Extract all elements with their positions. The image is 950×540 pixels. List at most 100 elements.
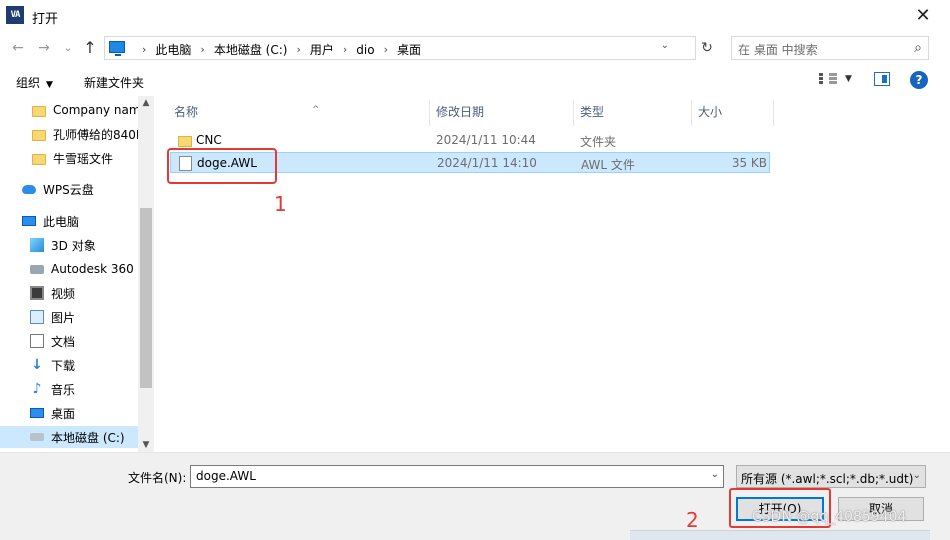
column-header-name[interactable]: 名称 ^ — [174, 100, 430, 126]
sidebar-item-documents[interactable]: 文档 — [0, 330, 138, 352]
help-icon[interactable]: ? — [910, 71, 928, 89]
sidebar-item-label: 孔师傅给的840D — [53, 127, 138, 142]
sidebar-item-label: 牛雪瑶文件 — [53, 151, 114, 166]
scroll-up-icon[interactable]: ▲ — [138, 98, 154, 108]
folder-icon — [32, 153, 46, 165]
address-dropdown-chevron-icon[interactable]: ⌄ — [661, 40, 669, 51]
sidebar-item-label: Autodesk 360 — [51, 262, 134, 276]
desktop-icon — [30, 408, 44, 418]
scrollbar-thumb[interactable] — [140, 208, 152, 388]
folder-icon — [32, 105, 46, 117]
sidebar-item-label: 视频 — [51, 286, 76, 301]
sidebar-item-videos[interactable]: 视频 — [0, 282, 138, 304]
column-header-date[interactable]: 修改日期 — [436, 100, 574, 126]
sidebar-item-label: 本地磁盘 (C:) — [51, 430, 125, 445]
sidebar-item-local-disk-c[interactable]: 本地磁盘 (C:) — [0, 426, 138, 448]
up-arrow-icon[interactable]: ↑ — [80, 38, 100, 58]
app-icon: VA — [6, 6, 24, 24]
sort-ascending-icon: ^ — [312, 105, 320, 115]
organize-label: 组织 — [16, 76, 41, 90]
sidebar-item-niu-xueyao[interactable]: 牛雪瑶文件 — [0, 147, 138, 169]
filename-label: 文件名(N): — [128, 471, 187, 485]
command-toolbar: 组织 ▼ 新建文件夹 ▼ ? — [0, 66, 950, 96]
file-type: AWL 文件 — [581, 158, 635, 172]
chevron-right-icon[interactable]: › — [296, 43, 300, 56]
navigation-pane: Company name 孔师傅给的840D 牛雪瑶文件 WPS云盘 此电脑 3… — [0, 96, 154, 452]
file-type: 文件夹 — [580, 135, 617, 149]
sidebar-item-desktop[interactable]: 桌面 — [0, 402, 138, 424]
window-title: 打开 — [32, 12, 59, 27]
breadcrumb-this-pc[interactable]: 此电脑 — [155, 41, 191, 58]
chevron-right-icon[interactable]: › — [343, 43, 347, 56]
chevron-right-icon[interactable]: › — [384, 43, 388, 56]
local-disk-icon — [30, 433, 44, 441]
filename-value: doge.AWL — [196, 469, 256, 483]
new-folder-button[interactable]: 新建文件夹 — [84, 74, 144, 91]
file-date: 2024/1/11 10:44 — [436, 133, 536, 147]
breadcrumb-local-disk[interactable]: 本地磁盘 (C:) — [214, 41, 288, 58]
preview-pane-icon[interactable] — [874, 72, 890, 86]
chevron-right-icon[interactable]: › — [200, 43, 204, 56]
organize-button[interactable]: 组织 ▼ — [16, 74, 53, 91]
refresh-icon[interactable]: ↻ — [698, 36, 716, 60]
music-icon: ♪ — [32, 381, 42, 397]
sidebar-item-this-pc[interactable]: 此电脑 — [0, 210, 138, 232]
background-taskbar-strip — [630, 530, 930, 540]
search-icon[interactable]: ⌕ — [914, 40, 922, 56]
sidebar-item-3d-objects[interactable]: 3D 对象 — [0, 234, 138, 256]
sidebar-item-label: 此电脑 — [43, 214, 80, 229]
breadcrumb-users[interactable]: 用户 — [310, 41, 334, 58]
view-details-icon[interactable] — [819, 72, 837, 88]
pc-icon — [109, 41, 125, 56]
sidebar-item-label: Company name — [53, 103, 138, 117]
sidebar-item-autodesk-360[interactable]: Autodesk 360 — [0, 258, 138, 280]
back-arrow-icon[interactable]: ← — [8, 38, 28, 58]
breadcrumb: › 此电脑 › 本地磁盘 (C:) › 用户 › dio › 桌面 — [133, 41, 421, 58]
recent-locations-chevron-icon[interactable]: ⌄ — [58, 38, 78, 58]
annotation-box-file — [167, 148, 277, 184]
folder-icon — [32, 129, 46, 141]
file-type-filter-select[interactable]: 所有源 (*.awl;*.scl;*.db;*.udt) ⌄ — [736, 465, 926, 488]
sidebar-item-kong-840d[interactable]: 孔师傅给的840D — [0, 123, 138, 145]
filter-value: 所有源 (*.awl;*.scl;*.db;*.udt) — [741, 472, 914, 486]
scroll-down-icon[interactable]: ▼ — [138, 440, 154, 450]
file-date: 2024/1/11 14:10 — [437, 156, 537, 170]
breadcrumb-desktop[interactable]: 桌面 — [397, 41, 421, 58]
chevron-right-icon[interactable]: › — [142, 43, 146, 56]
sidebar-item-pictures[interactable]: 图片 — [0, 306, 138, 328]
caret-down-icon: ▼ — [46, 80, 53, 90]
folder-icon — [178, 136, 192, 147]
column-header-size[interactable]: 大小 — [698, 100, 774, 126]
filename-input[interactable]: doge.AWL ⌄ — [190, 465, 724, 488]
cloud-icon — [22, 184, 36, 194]
sidebar-item-label: 文档 — [51, 334, 76, 349]
sidebar-item-music[interactable]: ♪ 音乐 — [0, 378, 138, 400]
sidebar-item-label: 下载 — [51, 358, 76, 373]
sidebar-item-wps-cloud[interactable]: WPS云盘 — [0, 178, 138, 200]
filter-dropdown-chevron-icon[interactable]: ⌄ — [913, 470, 921, 481]
search-input[interactable]: 在 桌面 中搜索 ⌕ — [731, 36, 929, 60]
sidebar-item-label: 桌面 — [51, 406, 76, 421]
annotation-number-1: 1 — [274, 192, 287, 216]
filename-dropdown-chevron-icon[interactable]: ⌄ — [711, 469, 719, 480]
annotation-number-2: 2 — [686, 508, 699, 532]
document-icon — [30, 334, 44, 348]
pc-icon — [22, 216, 36, 226]
column-header-label: 名称 — [174, 105, 199, 119]
navigation-scrollbar[interactable]: ▲ ▼ — [138, 96, 154, 452]
navigation-bar: ← → ⌄ ↑ › 此电脑 › 本地磁盘 (C:) › 用户 › dio › 桌… — [0, 32, 950, 64]
sidebar-item-downloads[interactable]: ↓ 下载 — [0, 354, 138, 376]
sidebar-item-label: 图片 — [51, 310, 76, 325]
sidebar-item-label: WPS云盘 — [43, 182, 94, 197]
close-icon[interactable]: ✕ — [904, 3, 942, 29]
3d-objects-icon — [30, 238, 44, 252]
sidebar-item-company-name[interactable]: Company name — [0, 99, 138, 121]
view-caret-down-icon[interactable]: ▼ — [845, 74, 852, 84]
watermark: CSDN @qq_40859404 — [752, 509, 907, 525]
address-bar[interactable]: › 此电脑 › 本地磁盘 (C:) › 用户 › dio › 桌面 ⌄ — [104, 36, 696, 60]
search-placeholder: 在 桌面 中搜索 — [738, 43, 818, 57]
breadcrumb-dio[interactable]: dio — [356, 43, 374, 57]
column-header-type[interactable]: 类型 — [580, 100, 692, 126]
forward-arrow-icon[interactable]: → — [34, 38, 54, 58]
autodesk-drive-icon — [30, 264, 44, 274]
